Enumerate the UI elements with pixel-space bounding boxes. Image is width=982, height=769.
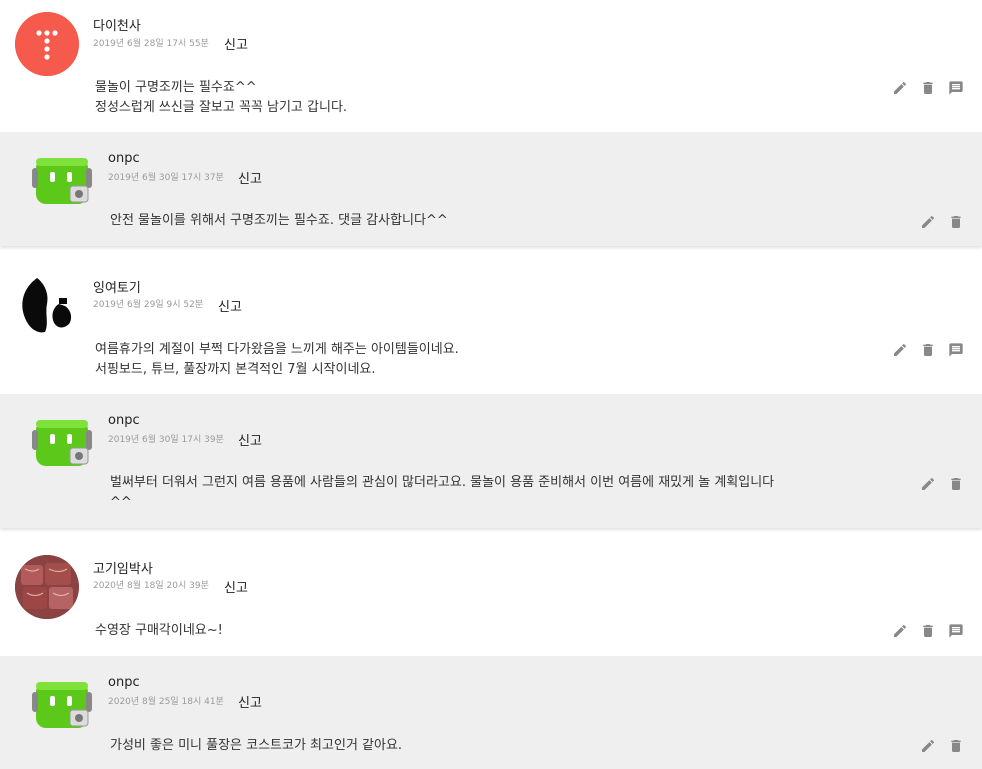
edit-icon[interactable] [920, 476, 936, 492]
reply-2: onpc 2019년 6월 30일 17시 39분 신고 벌써부터 더워서 그런… [0, 394, 982, 528]
author-name[interactable]: onpc [108, 675, 140, 690]
author-name[interactable]: onpc [108, 413, 140, 428]
report-link[interactable]: 신고 [224, 34, 248, 53]
delete-icon[interactable] [948, 476, 964, 492]
edit-icon[interactable] [920, 214, 936, 230]
reply-date: 2019년 6월 30일 17시 39분 [108, 435, 224, 445]
avatar[interactable] [30, 408, 94, 472]
reply-body: 안전 물놀이를 위해서 구명조끼는 필수죠. 댓글 감사합니다^^ [110, 213, 448, 228]
avatar[interactable] [30, 146, 94, 210]
comment-date: 2019년 6월 29일 9시 52분 [93, 300, 204, 310]
comment-body: 여름휴가의 계절이 부쩍 다가왔음을 느끼게 해주는 아이템들이네요. 서핑보드… [95, 342, 459, 377]
reply-date: 2019년 6월 30일 17시 37분 [108, 173, 224, 183]
edit-icon[interactable] [892, 623, 908, 639]
delete-icon[interactable] [948, 214, 964, 230]
report-link[interactable]: 신고 [224, 577, 248, 596]
avatar[interactable] [30, 670, 94, 734]
author-name[interactable]: 고기임박사 [93, 558, 153, 577]
comment-body: 수영장 구매각이네요~! [95, 623, 223, 638]
comment-date: 2019년 6월 28일 17시 55분 [93, 39, 209, 49]
delete-icon[interactable] [920, 80, 936, 96]
comment-2: 잉여토기 2019년 6월 29일 9시 52분 신고 여름휴가의 계절이 부쩍… [0, 260, 982, 394]
avatar[interactable] [15, 12, 79, 76]
reply-1: onpc 2019년 6월 30일 17시 37분 신고 안전 물놀이를 위해서… [0, 132, 982, 246]
author-name[interactable]: 다이천사 [93, 15, 141, 34]
report-link[interactable]: 신고 [238, 168, 262, 187]
comment-3: 고기임박사 2020년 8월 18일 20시 39분 신고 수영장 구매각이네요… [0, 541, 982, 656]
reply-icon[interactable] [948, 623, 964, 639]
avatar[interactable] [15, 555, 79, 619]
comment-body: 물놀이 구명조끼는 필수죠^^ 정성스럽게 쓰신글 잘보고 꼭꼭 남기고 갑니다… [95, 80, 348, 115]
comment-date: 2020년 8월 18일 20시 39분 [93, 581, 209, 591]
author-name[interactable]: 잉여토기 [93, 277, 141, 296]
delete-icon[interactable] [948, 738, 964, 754]
reply-body: 가성비 좋은 미니 풀장은 코스트코가 최고인거 같아요. [110, 738, 403, 753]
reply-icon[interactable] [948, 80, 964, 96]
delete-icon[interactable] [920, 623, 936, 639]
comment-1: 다이천사 2019년 6월 28일 17시 55분 신고 물놀이 구명조끼는 필… [0, 0, 982, 132]
avatar[interactable] [15, 274, 79, 338]
reply-3: onpc 2020년 8월 25일 18시 41분 신고 가성비 좋은 미니 풀… [0, 656, 982, 769]
author-name[interactable]: onpc [108, 151, 140, 166]
delete-icon[interactable] [920, 342, 936, 358]
report-link[interactable]: 신고 [238, 430, 262, 449]
report-link[interactable]: 신고 [218, 296, 242, 315]
reply-body: 벌써부터 더워서 그런지 여름 용품에 사람들의 관심이 많더라고요. 물놀이 … [110, 475, 775, 510]
report-link[interactable]: 신고 [238, 692, 262, 711]
reply-date: 2020년 8월 25일 18시 41분 [108, 697, 224, 707]
edit-icon[interactable] [892, 342, 908, 358]
reply-icon[interactable] [948, 342, 964, 358]
edit-icon[interactable] [892, 80, 908, 96]
edit-icon[interactable] [920, 738, 936, 754]
